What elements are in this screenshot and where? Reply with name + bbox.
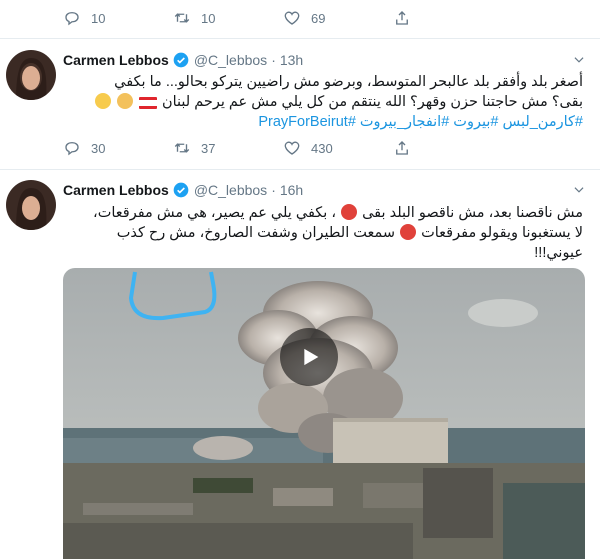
caret-icon[interactable] bbox=[572, 183, 586, 197]
share-icon bbox=[396, 141, 408, 155]
share-button[interactable] bbox=[393, 8, 421, 28]
text-line: مش ناقصنا بعد، مش ناقصو البلد بقى ، بكفي… bbox=[63, 203, 583, 223]
text-line-3: عيوني!!! bbox=[534, 245, 583, 261]
display-name[interactable]: Carmen Lebbos bbox=[63, 52, 169, 68]
like-button[interactable]: 430 bbox=[283, 138, 393, 158]
avatar-image bbox=[6, 50, 56, 100]
retweet-count: 10 bbox=[201, 10, 216, 26]
like-icon bbox=[284, 141, 300, 155]
hashtags[interactable]: #كارمن_لبس #بيروت #انفجار_بيروت #PrayFor… bbox=[63, 112, 583, 132]
retweet-button[interactable]: 37 bbox=[173, 138, 283, 158]
retweet-count: 37 bbox=[201, 140, 216, 156]
timestamp[interactable]: 16h bbox=[280, 182, 303, 198]
like-button[interactable]: 69 bbox=[283, 8, 393, 28]
tweet-separator bbox=[0, 38, 600, 39]
text-line-1-part-a: مش ناقصنا بعد، مش ناقصو البلد بقى bbox=[362, 205, 583, 221]
display-name[interactable]: Carmen Lebbos bbox=[63, 182, 169, 198]
tweet-text: أصغر بلد وأفقر بلد عالبحر المتوسط، وبرضو… bbox=[63, 72, 583, 132]
text-line: أصغر بلد وأفقر بلد عالبحر المتوسط، وبرضو… bbox=[114, 74, 583, 90]
reply-count: 10 bbox=[91, 10, 106, 26]
verified-icon bbox=[173, 182, 189, 198]
text-line-1-part-b: ، بكفي يلي عم يصير، هي مش مفرقعات، bbox=[93, 205, 337, 221]
explosion-scene-image bbox=[63, 268, 585, 559]
like-count: 430 bbox=[311, 140, 333, 156]
share-button[interactable] bbox=[393, 138, 421, 158]
avatar[interactable] bbox=[6, 180, 56, 230]
text-line-2-part-b: سمعت الطيران وشفت الصاروخ، مش رح كذب bbox=[116, 225, 396, 241]
tweet-header: Carmen Lebbos @C_lebbos · 13h bbox=[63, 50, 307, 70]
play-button[interactable] bbox=[280, 328, 338, 386]
previous-tweet-actions: 10 10 69 bbox=[63, 8, 503, 28]
angry-face-icon bbox=[341, 204, 358, 220]
reply-button[interactable]: 30 bbox=[63, 138, 173, 158]
angry-face-icon bbox=[400, 224, 417, 240]
retweet-button[interactable]: 10 bbox=[173, 8, 283, 28]
user-handle[interactable]: @C_lebbos bbox=[194, 52, 267, 68]
sad-face-icon bbox=[94, 93, 111, 109]
text-line-2-part-a: لا يستغبونا ويقولو مفرقعات bbox=[421, 225, 583, 241]
text-line-2: بقى؟ مش حاجتنا حزن وقهر؟ الله ينتقم من ك… bbox=[63, 92, 583, 112]
like-count: 69 bbox=[311, 10, 326, 26]
reply-icon bbox=[65, 12, 79, 26]
avatar-image bbox=[6, 180, 56, 230]
tweet-header: Carmen Lebbos @C_lebbos · 16h bbox=[63, 180, 307, 200]
like-icon bbox=[284, 11, 300, 25]
share-icon bbox=[396, 11, 408, 25]
play-icon bbox=[304, 348, 319, 366]
reply-button[interactable]: 10 bbox=[63, 8, 173, 28]
timestamp[interactable]: 13h bbox=[280, 52, 303, 68]
tweet-text: مش ناقصنا بعد، مش ناقصو البلد بقى ، بكفي… bbox=[63, 203, 583, 263]
tweet-actions: 30 37 430 bbox=[63, 138, 503, 158]
lebanon-flag-icon bbox=[138, 97, 157, 109]
text-line-2: لا يستغبونا ويقولو مفرقعات سمعت الطيران … bbox=[63, 223, 583, 243]
praying-hands-icon bbox=[116, 93, 133, 109]
caret-icon[interactable] bbox=[572, 53, 586, 67]
video-thumbnail[interactable] bbox=[63, 268, 585, 559]
user-handle[interactable]: @C_lebbos bbox=[194, 182, 267, 198]
avatar[interactable] bbox=[6, 50, 56, 100]
text-line-2-content: بقى؟ مش حاجتنا حزن وقهر؟ الله ينتقم من ك… bbox=[161, 94, 583, 110]
reply-icon bbox=[65, 142, 79, 156]
reply-count: 30 bbox=[91, 140, 106, 156]
separator-dot: · bbox=[271, 182, 276, 198]
retweet-icon bbox=[174, 13, 190, 23]
retweet-icon bbox=[174, 143, 190, 153]
tweet-separator bbox=[0, 169, 600, 170]
separator-dot: · bbox=[271, 52, 276, 68]
verified-icon bbox=[173, 52, 189, 68]
